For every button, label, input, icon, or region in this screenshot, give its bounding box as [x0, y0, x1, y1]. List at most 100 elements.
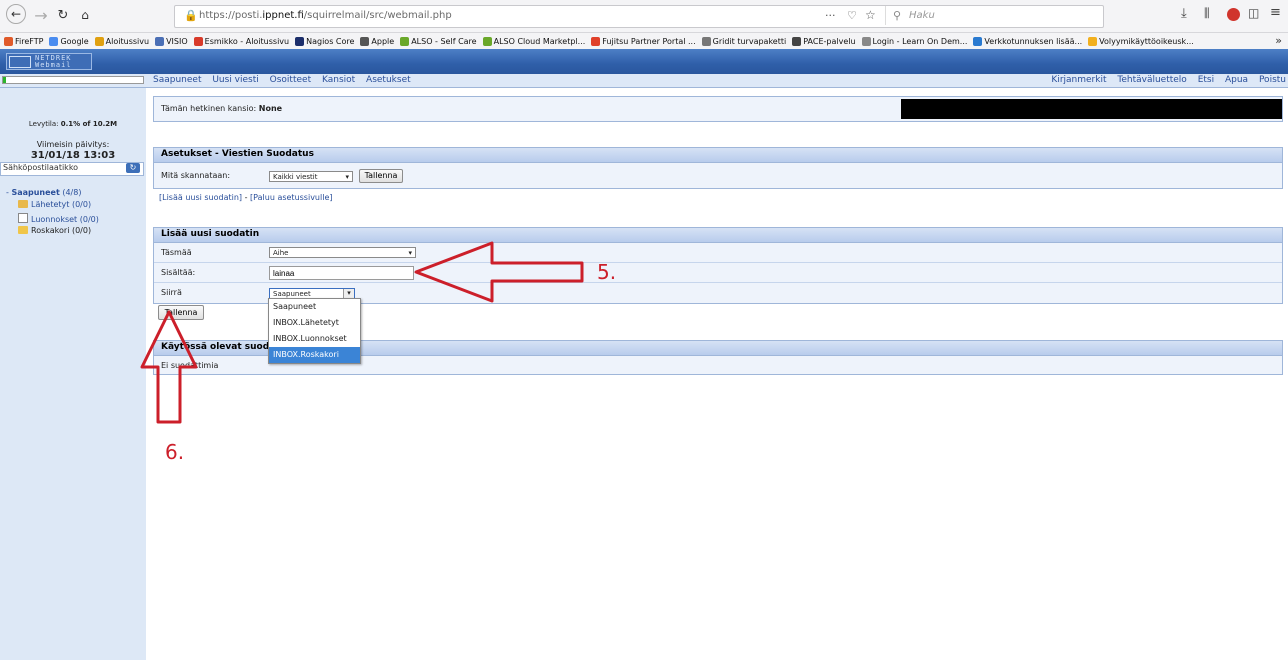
bookmark-favicon-icon [400, 36, 410, 46]
bookmark-label: Esmikko - Aloitussivu [204, 36, 290, 46]
chevron-down-icon: ▾ [408, 249, 412, 257]
library-icon[interactable]: ⫼ [1204, 6, 1210, 21]
folder-luonnokset[interactable]: Luonnokset (0/0) [18, 213, 99, 224]
url-bar[interactable]: 🔒 https://posti.ippnet.fi/squirrelmail/s… [174, 5, 1104, 28]
save-filter-button[interactable]: Tallenna [158, 305, 204, 320]
bookmark-favicon-icon [1088, 36, 1098, 46]
bookmark-label: PACE-palvelu [803, 36, 856, 46]
menu-kansiot[interactable]: Kansiot [322, 75, 355, 85]
chevron-down-icon: ▾ [345, 173, 349, 181]
bookmark-item[interactable]: ALSO Cloud Marketpl... [482, 33, 586, 49]
menu-saapuneet[interactable]: Saapuneet [153, 75, 201, 85]
bookmark-item[interactable]: Verkkotunnuksen lisää... [973, 33, 1082, 49]
back-to-settings-link[interactable]: [Paluu asetussivulle] [250, 193, 332, 202]
bookmark-label: Volyymikäyttöoikeusk... [1099, 36, 1194, 46]
bookmark-item[interactable]: Nagios Core [295, 33, 354, 49]
folder-saapuneet[interactable]: - Saapuneet (4/8) [6, 188, 81, 197]
bookmark-item[interactable]: Volyymikäyttöoikeusk... [1088, 33, 1194, 49]
reload-icon[interactable]: ↻ [52, 4, 74, 26]
bookmark-label: ALSO Cloud Marketpl... [493, 36, 586, 46]
folder-header-label: Sähköpostilaatikko [3, 163, 79, 172]
no-filters-text: Ei suodattimia [161, 361, 219, 370]
downloads-icon[interactable]: ⤓ [1181, 6, 1187, 21]
bookmark-item[interactable]: Aloitussivu [94, 33, 149, 49]
bookmark-label: Gridit turvapaketti [712, 36, 787, 46]
search-input[interactable]: Haku [909, 10, 935, 21]
bookmark-item[interactable]: Esmikko - Aloitussivu [193, 33, 290, 49]
scan-save-button[interactable]: Tallenna [359, 169, 403, 183]
bookmark-favicon-icon [482, 36, 492, 46]
move-option[interactable]: Saapuneet [269, 299, 360, 315]
move-option[interactable]: INBOX.Lähetetyt [269, 315, 360, 331]
menu-osoitteet[interactable]: Osoitteet [270, 75, 311, 85]
bookmark-label: Verkkotunnuksen lisää... [984, 36, 1083, 46]
menu-poistu[interactable]: Poistu [1259, 75, 1286, 85]
webmail-logo: NETDREK Webmail [6, 53, 92, 70]
bookmark-item[interactable]: VISIO [155, 33, 188, 49]
move-label: Siirrä [161, 288, 182, 297]
match-label: Täsmää [161, 248, 192, 257]
bookmark-item[interactable]: ALSO - Self Care [400, 33, 477, 49]
bookmark-item[interactable]: Login - Learn On Dem... [861, 33, 967, 49]
hamburger-menu-icon[interactable]: ≡ [1270, 5, 1281, 20]
annotation-step-5: 5. [597, 260, 617, 284]
settings-panel: Mitä skannataan: Kaikki viestit ▾ Tallenn… [153, 162, 1283, 189]
filter-links: [Lisää uusi suodatin] - [Paluu asetussiv… [159, 193, 333, 202]
bookmark-item[interactable]: Google [49, 33, 89, 49]
sidebar-toggle-icon[interactable]: ◫ [1248, 6, 1259, 20]
bookmark-item[interactable]: Gridit turvapaketti [701, 33, 787, 49]
menu-asetukset[interactable]: Asetukset [366, 75, 411, 85]
menu-uusi-viesti[interactable]: Uusi viesti [212, 75, 258, 85]
sent-folder-icon [18, 200, 28, 208]
annotation-step-6: 6. [165, 440, 185, 464]
bookmark-item[interactable]: FireFTP [4, 33, 43, 49]
refresh-icon[interactable]: ↻ [126, 163, 140, 173]
sidebar: Levytila: 0.1% of 10.2M Viimeisin päivit… [0, 88, 146, 660]
contains-row: Sisältää: [154, 263, 1282, 283]
move-option[interactable]: INBOX.Luonnokset [269, 331, 360, 347]
chevron-down-icon: ▾ [343, 289, 354, 298]
menu-left: Saapuneet Uusi viesti Osoitteet Kansiot … [153, 75, 419, 85]
move-dropdown-list: Saapuneet INBOX.Lähetetyt INBOX.Luonnoks… [268, 298, 361, 364]
bookmark-label: FireFTP [15, 36, 44, 46]
folder-roskakori[interactable]: Roskakori (0/0) [18, 226, 91, 235]
bookmarks-bar: FireFTP Google Aloitussivu VISIO Esmikko - A… [0, 33, 1288, 50]
match-select[interactable]: Aihe ▾ [269, 247, 416, 258]
bookmark-star-icon[interactable]: ☆ [865, 8, 876, 22]
bookmark-favicon-icon [861, 36, 871, 46]
bookmark-item[interactable]: Fujitsu Partner Portal ... [591, 33, 696, 49]
folder-header: Sähköpostilaatikko ↻ [0, 162, 144, 176]
logo-text-2: Webmail [35, 61, 72, 69]
quota-progress-fill [3, 77, 6, 83]
envelope-icon [9, 56, 31, 68]
last-update-value: 31/01/18 13:03 [30, 150, 116, 161]
bookmark-item[interactable]: Apple [360, 33, 394, 49]
bookmark-label: Apple [371, 36, 395, 46]
bookmarks-overflow-icon[interactable]: » [1275, 34, 1282, 47]
bookmark-label: VISIO [166, 36, 188, 46]
bookmark-item[interactable]: PACE-palvelu [792, 33, 856, 49]
browser-toolbar: ← → ↻ ⌂ 🔒 https://posti.ippnet.fi/squirr… [0, 0, 1288, 33]
move-option-highlighted[interactable]: INBOX.Roskakori [269, 347, 360, 363]
bookmark-favicon-icon [49, 36, 59, 46]
home-icon[interactable]: ⌂ [74, 4, 96, 26]
bookmark-favicon-icon [4, 36, 13, 46]
lock-icon: 🔒 [184, 9, 198, 22]
menu-kirjanmerkit[interactable]: Kirjanmerkit [1051, 75, 1106, 85]
add-filter-link[interactable]: [Lisää uusi suodatin] [159, 193, 242, 202]
back-icon[interactable]: ← [6, 4, 26, 24]
settings-panel-header: Asetukset - Viestien Suodatus [153, 147, 1283, 163]
contains-input[interactable] [269, 266, 414, 280]
folder-lahetetyt[interactable]: Lähetetyt (0/0) [18, 200, 91, 209]
page-actions-icon[interactable]: ··· [825, 9, 836, 22]
adblock-icon[interactable] [1227, 8, 1240, 21]
scan-select[interactable]: Kaikki viestit ▾ [269, 171, 353, 182]
match-row: Täsmää Aihe ▾ [154, 243, 1282, 263]
bookmark-favicon-icon [792, 36, 802, 46]
menu-tehtavaluettelo[interactable]: Tehtäväluettelo [1117, 75, 1186, 85]
menu-etsi[interactable]: Etsi [1198, 75, 1214, 85]
forward-icon[interactable]: → [30, 4, 52, 26]
menu-apua[interactable]: Apua [1225, 75, 1248, 85]
bookmark-favicon-icon [155, 36, 165, 46]
pocket-icon[interactable]: ♡ [847, 9, 857, 22]
